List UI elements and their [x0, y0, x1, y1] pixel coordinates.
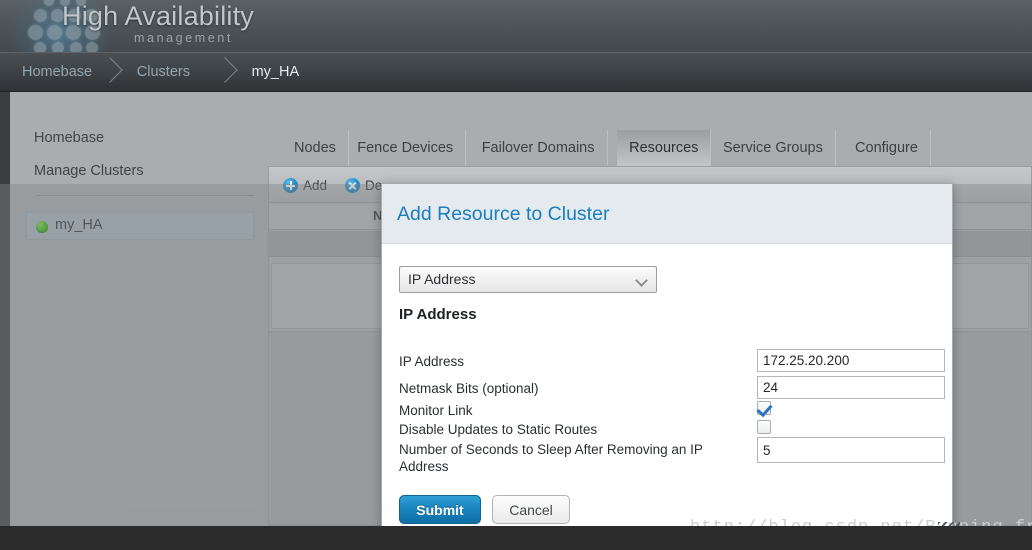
breadcrumb-item-my-ha: my_HA: [251, 64, 300, 80]
breadcrumb: Homebase Clusters my_HA: [0, 52, 1032, 92]
section-title: IP Address: [399, 306, 477, 323]
dialog-title: Add Resource to Cluster: [397, 203, 610, 225]
sidebar-item-manage-clusters[interactable]: Manage Clusters: [34, 163, 144, 179]
tab-service-groups[interactable]: Service Groups: [711, 130, 836, 166]
resource-type-value: IP Address: [408, 271, 476, 287]
tab-failover-domains[interactable]: Failover Domains: [470, 130, 608, 166]
tab-nodes[interactable]: Nodes: [282, 130, 349, 166]
field-label: Monitor Link: [399, 403, 473, 418]
cancel-button[interactable]: Cancel: [492, 495, 570, 524]
field-checkbox[interactable]: [757, 420, 771, 434]
brand-title: High Availability: [62, 1, 255, 31]
field-checkbox[interactable]: [757, 401, 771, 415]
field-label: Disable Updates to Static Routes: [399, 422, 598, 437]
field-input[interactable]: [757, 349, 945, 372]
resource-type-select[interactable]: IP Address: [399, 266, 657, 293]
breadcrumb-item-homebase[interactable]: Homebase: [12, 53, 102, 92]
breadcrumb-separator-icon: [101, 58, 123, 88]
footer-bar: [0, 526, 1032, 550]
tab-configure[interactable]: Configure: [843, 130, 931, 166]
field-input[interactable]: [757, 376, 945, 399]
brand: High Availability management: [62, 0, 322, 52]
breadcrumb-separator-icon: [216, 58, 238, 88]
field-input[interactable]: [757, 437, 945, 463]
chevron-down-icon: [637, 276, 646, 285]
submit-button[interactable]: Submit: [399, 495, 481, 524]
brand-subtitle: management: [134, 31, 233, 45]
tab-bar: Nodes Fence Devices Failover Domains Resour…: [268, 130, 1032, 166]
tab-resources[interactable]: Resources: [617, 130, 712, 166]
breadcrumb-item-clusters[interactable]: Clusters: [127, 53, 200, 92]
field-label: Number of Seconds to Sleep After Removin…: [399, 442, 703, 474]
add-resource-dialog: Add Resource to Cluster IP Address IP Ad…: [381, 183, 953, 543]
field-label: Netmask Bits (optional): [399, 381, 539, 396]
app-header: High Availability management: [0, 0, 1032, 52]
application-window: High Availability management Homebase Clu…: [0, 0, 1032, 550]
sidebar-item-homebase[interactable]: Homebase: [34, 130, 104, 146]
field-label: IP Address: [399, 354, 465, 369]
tab-fence-devices[interactable]: Fence Devices: [345, 130, 467, 166]
dialog-header: Add Resource to Cluster: [382, 184, 952, 244]
